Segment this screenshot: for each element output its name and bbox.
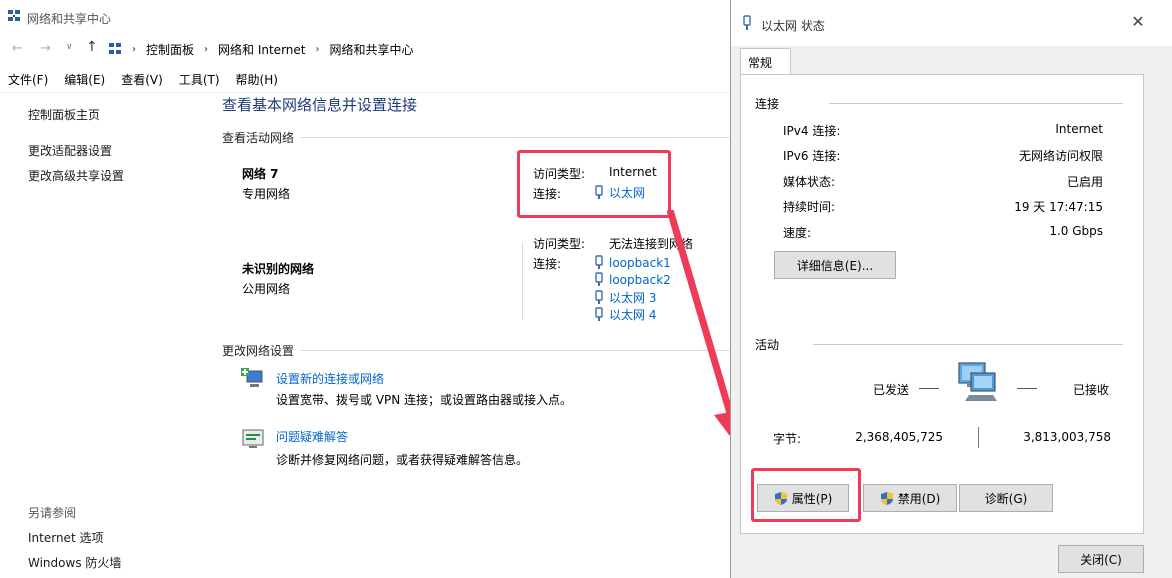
diagnose-button[interactable]: 诊断(G) [959, 484, 1053, 512]
sidebar-item-internet-options[interactable]: Internet 选项 [28, 529, 103, 546]
received-line [1017, 388, 1037, 389]
details-button[interactable]: 详细信息(E)... [774, 251, 896, 279]
ipv6-label: IPv6 连接: [783, 149, 841, 163]
breadcrumb: › 控制面板 › 网络和 Internet › 网络和共享中心 [108, 39, 414, 59]
troubleshoot-link[interactable]: 问题疑难解答 [276, 428, 348, 445]
media-state-value: 已启用 [1066, 175, 1103, 189]
menu-file[interactable]: 文件(F) [0, 71, 56, 88]
disable-button-label: 禁用(D) [897, 491, 941, 506]
change-settings-title: 更改网络设置 [222, 344, 295, 358]
close-icon[interactable]: ✕ [1127, 11, 1149, 33]
connection-ethernet4-link[interactable]: 以太网 4 [609, 306, 656, 323]
group-divider [829, 103, 1123, 104]
setup-new-connection-desc: 设置宽带、拨号或 VPN 连接；或设置路由器或接入点。 [276, 393, 573, 407]
vertical-divider [522, 242, 523, 320]
network-activity-icon [958, 362, 997, 401]
tab-general[interactable]: 常规 [740, 48, 791, 75]
control-panel-icon [109, 43, 121, 54]
bytes-sent-value: 2,368,405,725 [855, 430, 943, 444]
sent-line [919, 388, 939, 389]
connection-group-label: 连接 [755, 97, 780, 111]
activity-group-label: 活动 [755, 338, 780, 352]
network-name: 未识别的网络 [242, 262, 315, 276]
address-bar: ← → ∨ ↑ › 控制面板 › 网络和 Internet › 网络和共享中心 [0, 36, 730, 62]
window-title: 网络和共享中心 [27, 12, 112, 26]
new-connection-icon [241, 368, 263, 387]
page-title: 查看基本网络信息并设置连接 [222, 96, 418, 114]
back-arrow-icon[interactable]: ← [12, 41, 23, 56]
recent-dropdown-icon[interactable]: ∨ [66, 42, 73, 52]
connections-label: 连接: [533, 257, 562, 271]
general-panel: 连接 IPv4 连接: Internet IPv6 连接: 无网络访问权限 媒体… [740, 74, 1144, 534]
highlight-box-connection [517, 150, 671, 218]
breadcrumb-control-panel[interactable]: 控制面板 [146, 41, 194, 58]
network-center-icon [8, 10, 20, 21]
highlight-box-properties [751, 468, 861, 522]
ethernet-plug-icon [743, 15, 751, 30]
sidebar-item-advanced-sharing[interactable]: 更改高级共享设置 [28, 167, 124, 184]
access-type-label: 访问类型: [533, 237, 586, 251]
chevron-right-icon: › [132, 43, 136, 55]
ipv4-label: IPv4 连接: [783, 124, 841, 138]
menu-view[interactable]: 查看(V) [113, 71, 171, 88]
title-bar: 网络和共享中心 [0, 0, 730, 36]
section-divider [300, 137, 730, 138]
dialog-title-bar: 以太网 状态 ✕ [731, 0, 1172, 46]
see-also-title: 另请参阅 [28, 506, 77, 520]
forward-arrow-icon[interactable]: → [40, 41, 51, 56]
menu-edit[interactable]: 编辑(E) [56, 71, 113, 88]
group-divider [813, 344, 1123, 345]
close-button[interactable]: 关闭(C) [1058, 545, 1144, 573]
troubleshoot-desc: 诊断并修复网络问题，或者获得疑难解答信息。 [276, 453, 529, 467]
media-state-label: 媒体状态: [783, 175, 836, 189]
duration-label: 持续时间: [783, 200, 836, 214]
ipv4-value: Internet [1055, 122, 1103, 136]
chevron-right-icon: › [315, 43, 320, 55]
ethernet-plug-icon [595, 255, 603, 269]
ethernet-plug-icon [595, 290, 603, 304]
ethernet-plug-icon [595, 272, 603, 286]
uac-shield-icon [880, 491, 893, 505]
sidebar-item-adapter-settings[interactable]: 更改适配器设置 [28, 142, 112, 159]
disable-button[interactable]: 禁用(D) [863, 484, 957, 512]
connection-ethernet3-link[interactable]: 以太网 3 [609, 289, 656, 306]
menu-divider [0, 92, 730, 93]
active-networks-title: 查看活动网络 [222, 131, 295, 145]
sidebar-item-windows-firewall[interactable]: Windows 防火墙 [28, 554, 121, 571]
chevron-right-icon: › [204, 43, 209, 55]
breadcrumb-network-internet[interactable]: 网络和 Internet [218, 41, 305, 58]
duration-value: 19 天 17:47:15 [1014, 200, 1103, 214]
sidebar-item-control-panel-home[interactable]: 控制面板主页 [28, 106, 100, 123]
up-arrow-icon[interactable]: ↑ [86, 39, 98, 55]
connection-link[interactable]: 以太网 3 [594, 289, 656, 306]
bytes-received-value: 3,813,003,758 [1023, 430, 1111, 444]
network-type: 公用网络 [242, 282, 291, 296]
bytes-divider [978, 427, 979, 448]
network-name: 网络 7 [242, 167, 279, 181]
setup-new-connection-link[interactable]: 设置新的连接或网络 [276, 370, 384, 387]
troubleshoot-icon [242, 429, 264, 448]
speed-label: 速度: [783, 226, 812, 240]
received-label: 已接收 [1073, 383, 1110, 397]
speed-value: 1.0 Gbps [1049, 224, 1103, 238]
sent-label: 已发送 [873, 383, 910, 397]
menu-bar: 文件(F) 编辑(E) 查看(V) 工具(T) 帮助(H) [0, 68, 730, 90]
ethernet-plug-icon [595, 307, 603, 321]
ethernet-status-dialog: 以太网 状态 ✕ 常规 连接 IPv4 连接: Internet IPv6 连接… [730, 0, 1172, 578]
bytes-label: 字节: [773, 432, 802, 446]
breadcrumb-network-center[interactable]: 网络和共享中心 [329, 41, 413, 58]
menu-help[interactable]: 帮助(H) [228, 71, 286, 88]
dialog-title: 以太网 状态 [761, 19, 825, 33]
menu-tools[interactable]: 工具(T) [171, 71, 228, 88]
network-type: 专用网络 [242, 187, 291, 201]
ipv6-value: 无网络访问权限 [1018, 149, 1103, 163]
connection-link[interactable]: 以太网 4 [594, 306, 656, 323]
